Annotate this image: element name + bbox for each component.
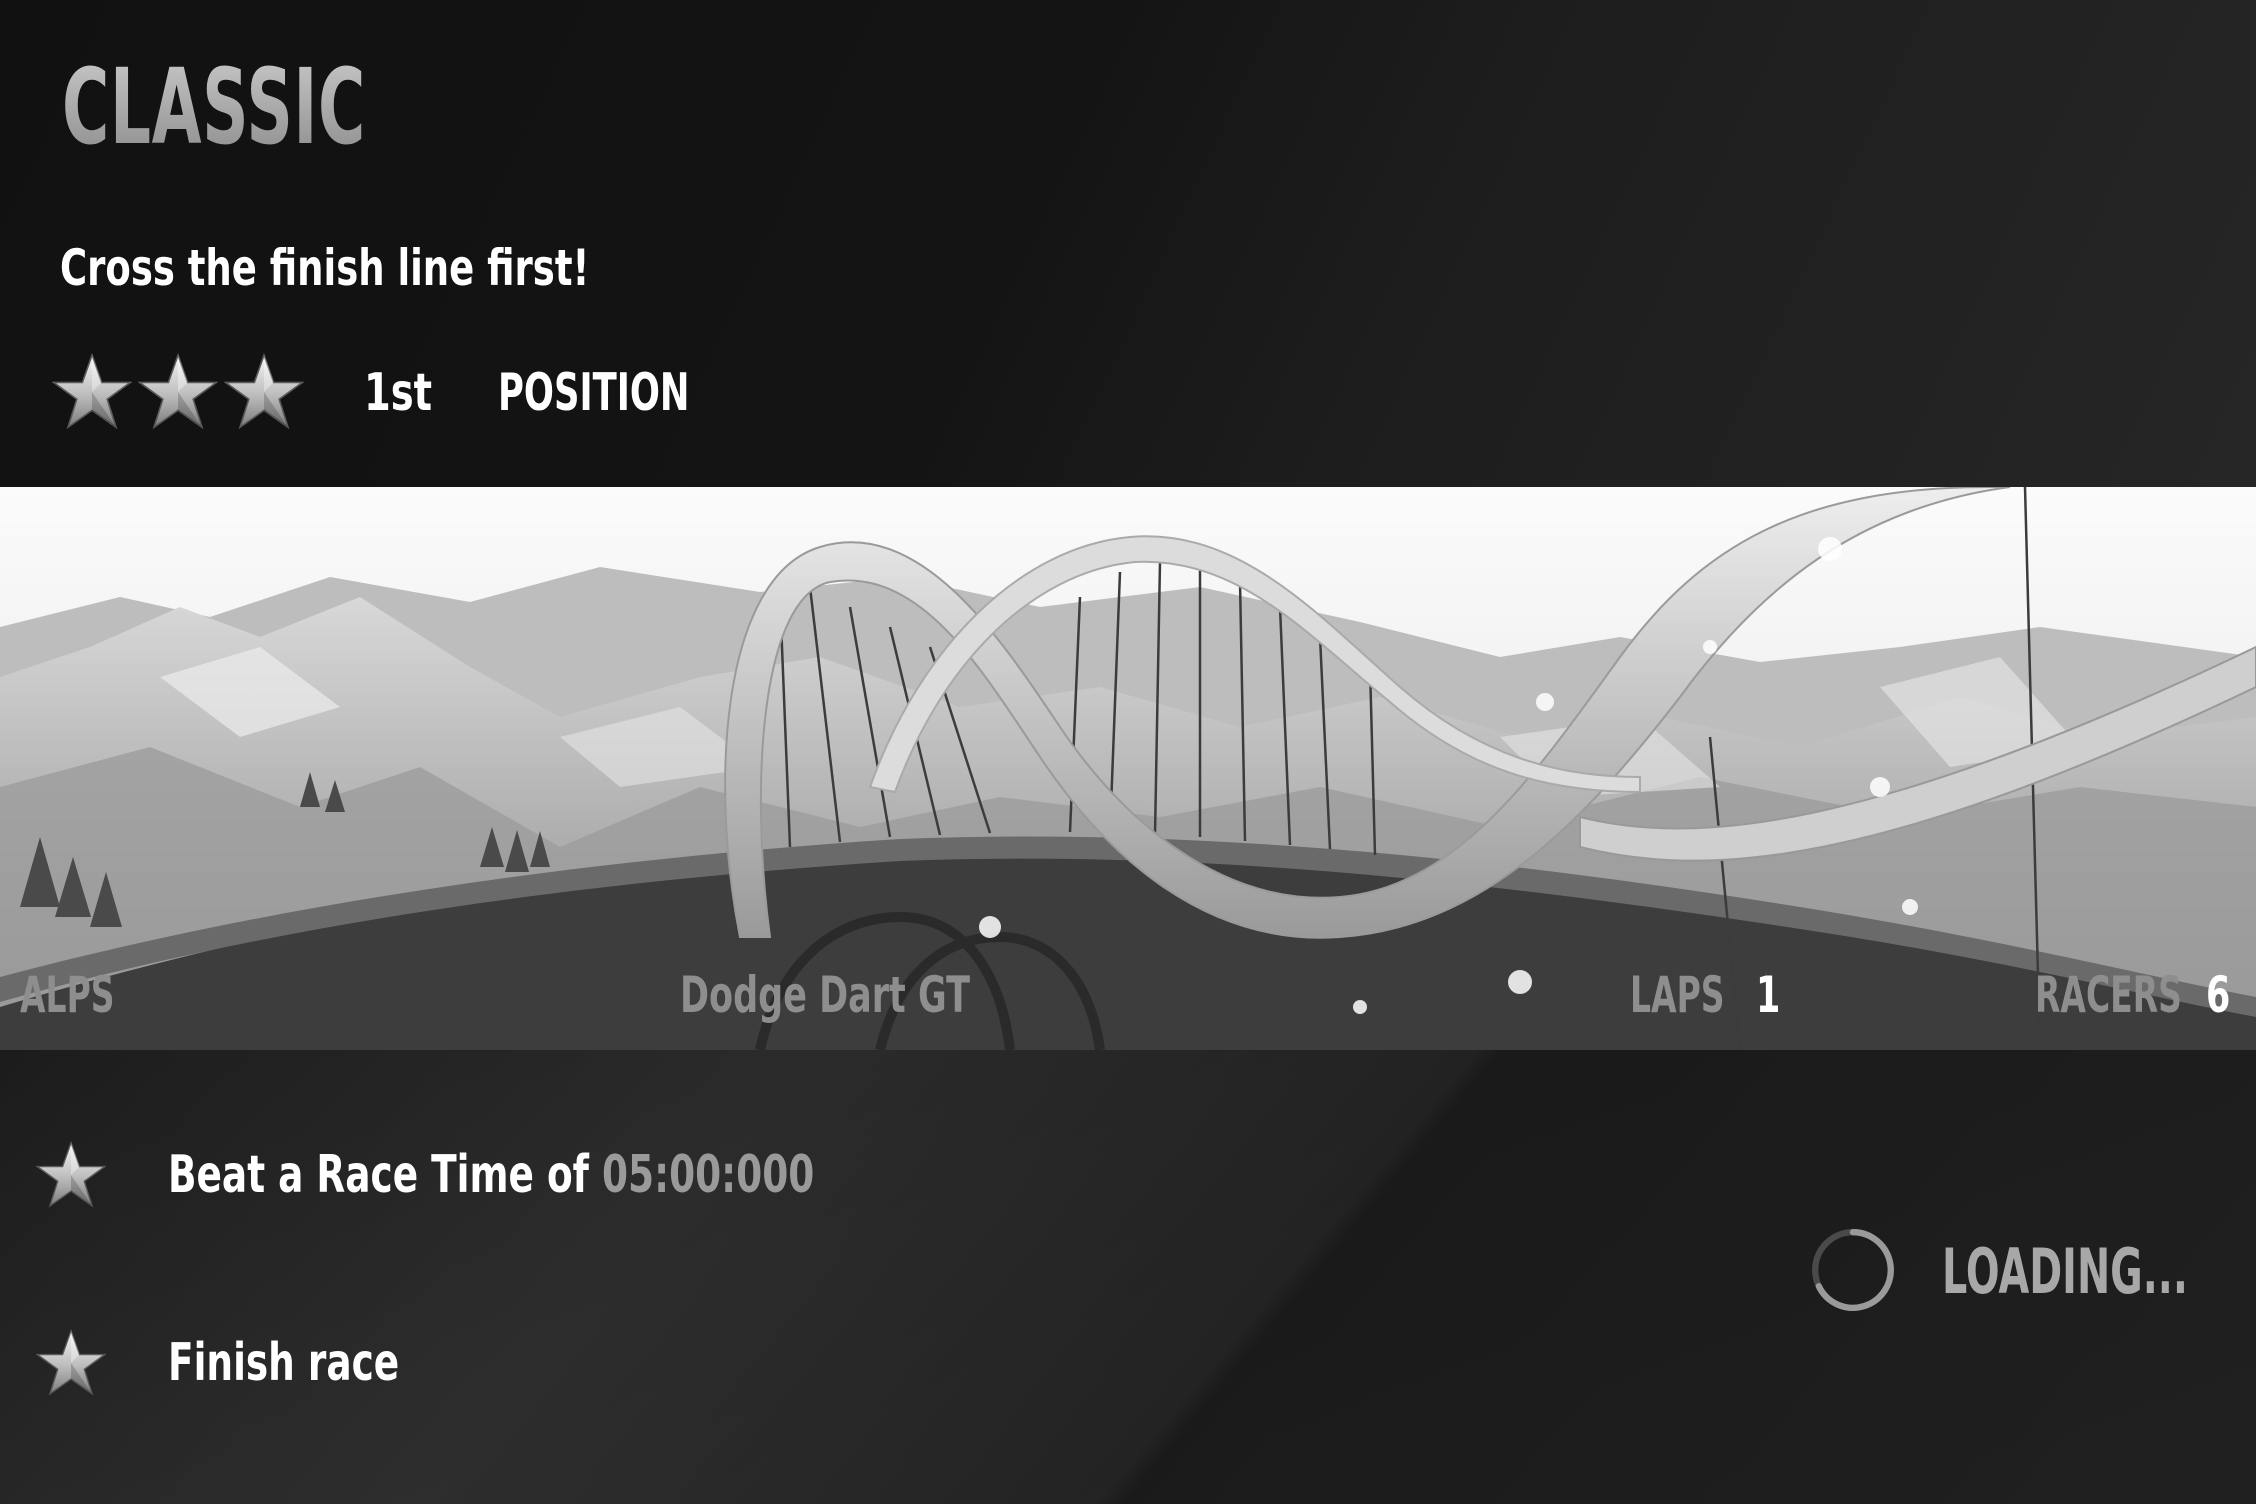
track-preview-image: [0, 487, 2256, 1050]
position-value: 1st: [364, 363, 433, 423]
laps-value: 1: [1756, 966, 1781, 1024]
objective-race-time: Beat a Race Time of 05:00:000: [168, 1144, 814, 1206]
star-icon: [224, 352, 304, 432]
footer-diagonal-shade: [0, 1050, 2256, 1504]
star-icon: [138, 352, 218, 432]
car-name: Dodge Dart GT: [680, 966, 970, 1024]
loading-text: LOADING...: [1942, 1235, 2188, 1308]
racers-value: 6: [2206, 966, 2231, 1024]
objective-race-time-value: 05:00:000: [602, 1145, 815, 1205]
racers-label: RACERS: [2035, 966, 2182, 1024]
mode-title: CLASSIC: [62, 46, 366, 168]
star-icon: [52, 352, 132, 432]
star-icon: [36, 1328, 106, 1398]
mode-description: Cross the finish line first!: [60, 239, 590, 297]
star-icon: [36, 1140, 106, 1210]
position-goal-stars: [52, 352, 304, 432]
objective-race-time-label: Beat a Race Time of: [168, 1145, 603, 1205]
objective-finish-race: Finish race: [168, 1333, 400, 1393]
position-label: POSITION: [498, 363, 690, 423]
laps-label: LAPS: [1630, 966, 1725, 1024]
loading-spinner-icon: [1812, 1229, 1894, 1311]
track-name: ALPS: [20, 966, 115, 1024]
